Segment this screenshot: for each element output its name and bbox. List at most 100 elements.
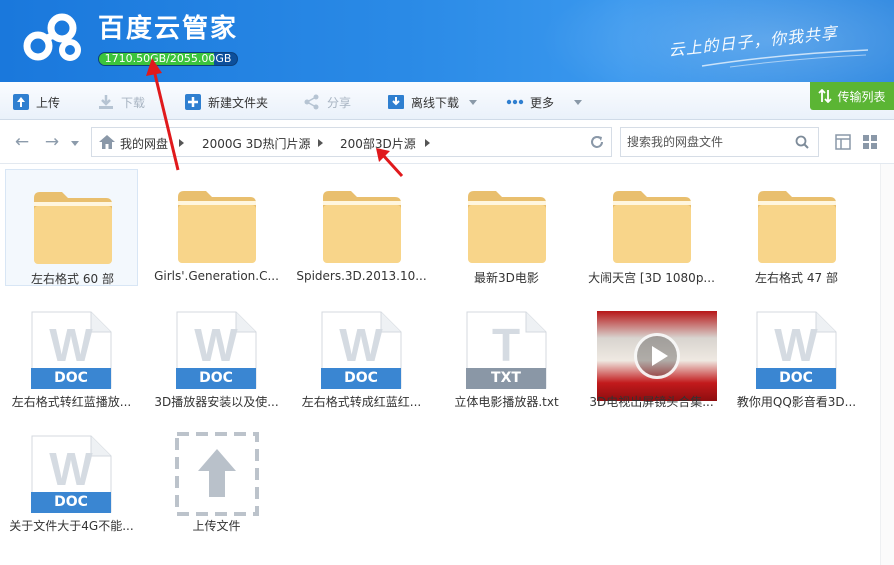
share-button[interactable]: 分享 <box>303 92 351 112</box>
file-item[interactable]: 左右格式 60 部 <box>5 169 138 286</box>
slogan-swoosh <box>701 49 869 68</box>
upload-placeholder <box>175 432 259 516</box>
file-item[interactable]: W DOC 教你用QQ影音看3D... <box>730 293 863 410</box>
folder-thumbnail <box>32 188 114 266</box>
offline-download-label: 离线下载 <box>411 95 460 110</box>
file-name-label: 上传文件 <box>192 519 241 533</box>
chevron-down-icon <box>574 99 583 105</box>
offline-download-button[interactable]: 离线下载 <box>387 92 478 112</box>
file-item[interactable]: 3D电视出屏镜头合集... <box>585 293 718 410</box>
file-type-badge: DOC <box>756 368 836 389</box>
file-item[interactable]: W DOC 左右格式转成红蓝红... <box>295 293 428 410</box>
file-type-badge: DOC <box>176 368 256 389</box>
file-grid: 左右格式 60 部 Girls'.Generation.C... Spiders.3… <box>0 164 880 565</box>
folder-icon <box>758 191 836 263</box>
file-name-label: Spiders.3D.2013.10... <box>296 269 427 283</box>
file-name-label: 左右格式 60 部 <box>31 272 114 286</box>
file-name-label: 教你用QQ影音看3D... <box>736 395 857 409</box>
file-name-label: 3D播放器安装以及使... <box>154 395 279 409</box>
download-icon <box>99 95 113 109</box>
file-name-label: 关于文件大于4G不能... <box>9 519 134 533</box>
storage-quota-bar: 1710.50GB/2055.00GB <box>98 52 238 66</box>
forward-arrow-icon[interactable]: → <box>42 132 62 152</box>
svg-text:W: W <box>774 319 818 371</box>
folder-icon <box>178 191 256 263</box>
file-name-label: 最新3D电影 <box>474 271 539 285</box>
video-thumbnail <box>597 311 717 401</box>
upload-arrow-icon <box>175 432 259 516</box>
file-item[interactable]: T TXT 立体电影播放器.txt <box>440 293 573 410</box>
search-box <box>620 127 819 157</box>
folder-thumbnail <box>611 187 693 265</box>
file-name-label: 立体电影播放器.txt <box>454 395 559 409</box>
file-name-label: 3D电视出屏镜头合集... <box>589 395 714 409</box>
folder-thumbnail <box>176 187 258 265</box>
file-name-label: 左右格式转成红蓝红... <box>301 395 422 409</box>
history-dropdown-icon[interactable] <box>71 141 79 146</box>
share-icon <box>304 94 319 110</box>
file-name-label: 大闹天宫 [3D 1080p... <box>588 271 715 285</box>
breadcrumb: 我的网盘 2000G 3D热门片源 200部3D片源 <box>91 127 612 157</box>
vertical-scrollbar[interactable] <box>880 164 894 565</box>
txt-thumbnail: T TXT <box>466 311 548 389</box>
new-folder-label: 新建文件夹 <box>208 95 269 110</box>
new-folder-icon <box>185 94 201 110</box>
folder-icon <box>613 191 691 263</box>
list-view-icon[interactable] <box>835 134 851 150</box>
doc-thumbnail: W DOC <box>31 311 113 389</box>
doc-thumbnail: W DOC <box>321 311 403 389</box>
more-label: 更多 <box>530 95 555 110</box>
video-preview <box>597 311 717 401</box>
download-label: 下载 <box>121 95 146 110</box>
folder-icon <box>323 191 401 263</box>
file-name-label: Girls'.Generation.C... <box>154 269 279 283</box>
doc-thumbnail: W DOC <box>756 311 838 389</box>
svg-text:W: W <box>49 443 93 495</box>
upload-file-tile[interactable]: 上传文件 <box>150 417 283 534</box>
file-name-label: 左右格式转红蓝播放... <box>11 395 132 409</box>
app-title: 百度云管家 <box>98 14 239 44</box>
doc-thumbnail: W DOC <box>31 435 113 513</box>
folder-thumbnail <box>321 187 403 265</box>
baidu-cloud-logo-icon <box>23 13 81 61</box>
breadcrumb-item-3d-source[interactable]: 2000G 3D热门片源 <box>202 135 311 152</box>
search-icon[interactable] <box>795 135 809 149</box>
doc-thumbnail: W DOC <box>176 311 258 389</box>
breadcrumb-separator-icon <box>318 139 323 147</box>
refresh-icon[interactable] <box>589 134 605 150</box>
file-item[interactable]: Girls'.Generation.C... <box>150 169 283 286</box>
svg-text:W: W <box>49 319 93 371</box>
file-item[interactable]: 左右格式 47 部 <box>730 169 863 286</box>
transfer-icon <box>818 89 833 103</box>
home-icon[interactable] <box>99 135 115 149</box>
file-type-badge: DOC <box>321 368 401 389</box>
play-icon[interactable] <box>634 333 680 379</box>
search-input[interactable] <box>627 133 787 151</box>
breadcrumb-separator-icon <box>425 139 430 147</box>
upload-icon <box>13 94 29 110</box>
app-header: 百度云管家 1710.50GB/2055.00GB 云上的日子，你我共享 <box>0 0 894 82</box>
share-label: 分享 <box>327 95 352 110</box>
transfer-list-label: 传输列表 <box>837 89 886 104</box>
file-item[interactable]: 大闹天宫 [3D 1080p... <box>585 169 718 286</box>
upload-label: 上传 <box>36 95 61 110</box>
back-arrow-icon[interactable]: ← <box>12 132 32 152</box>
file-item[interactable]: 最新3D电影 <box>440 169 573 286</box>
breadcrumb-item-my-disk[interactable]: 我的网盘 <box>120 135 168 152</box>
grid-view-icon[interactable] <box>862 134 878 150</box>
transfer-list-button[interactable]: 传输列表 <box>810 82 894 110</box>
folder-thumbnail <box>756 187 838 265</box>
chevron-down-icon <box>469 99 478 105</box>
file-item[interactable]: W DOC 3D播放器安装以及使... <box>150 293 283 410</box>
breadcrumb-separator-icon <box>179 139 184 147</box>
more-dots-icon <box>506 99 524 105</box>
download-button[interactable]: 下载 <box>97 92 145 112</box>
more-button[interactable]: 更多 <box>506 92 583 112</box>
new-folder-button[interactable]: 新建文件夹 <box>184 92 268 112</box>
file-item[interactable]: W DOC 关于文件大于4G不能... <box>5 417 138 534</box>
file-item[interactable]: W DOC 左右格式转红蓝播放... <box>5 293 138 410</box>
upload-button[interactable]: 上传 <box>12 92 60 112</box>
file-item[interactable]: Spiders.3D.2013.10... <box>295 169 428 286</box>
breadcrumb-item-200-3d[interactable]: 200部3D片源 <box>340 135 416 152</box>
svg-text:T: T <box>492 319 520 371</box>
